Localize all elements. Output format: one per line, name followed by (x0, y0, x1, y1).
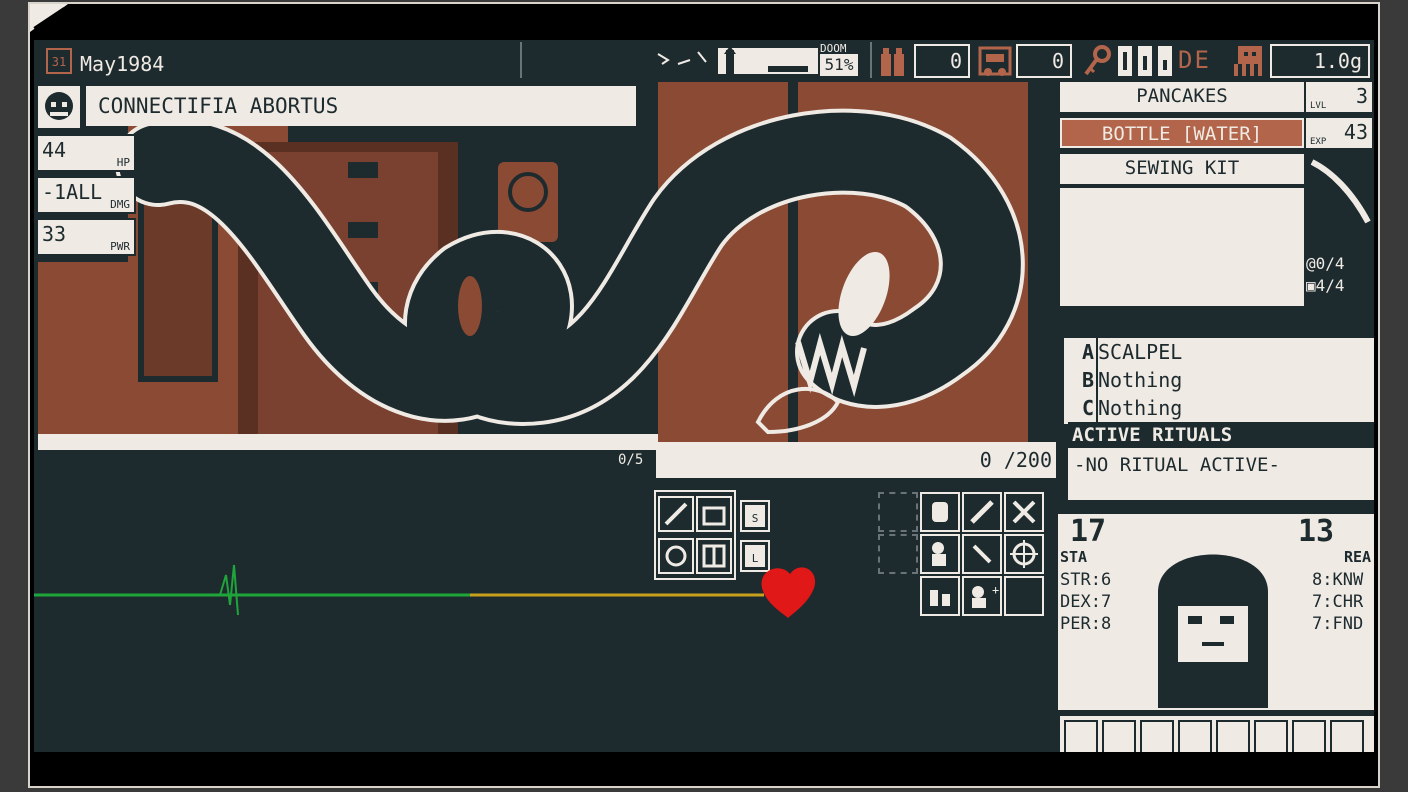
svg-text:+: + (992, 583, 999, 597)
building-icon[interactable] (1216, 720, 1250, 752)
enemy-scene-illustration (38, 82, 1058, 450)
heartbeat-timeline (34, 564, 816, 618)
thermometer-icons (1118, 46, 1172, 76)
enemy-damage-value: -1ALL (42, 180, 103, 204)
exp-value: 43 (1343, 120, 1368, 144)
save-disk-button[interactable]: S (740, 500, 770, 532)
strength-stat: STR:6 (1060, 570, 1112, 590)
empty-action-button[interactable] (1004, 576, 1044, 616)
cross-slash-action-button[interactable] (1004, 492, 1044, 532)
aim-action-button[interactable] (1004, 534, 1044, 574)
bag-icon: ▣ (1306, 276, 1316, 295)
enemy-name: CONNECTIFIA ABORTUS (86, 86, 636, 126)
equip-slot-a[interactable]: SCALPEL (1098, 338, 1374, 366)
reason-value: 13 (1298, 514, 1335, 549)
enemy-hp-box: 44 HP (36, 134, 136, 172)
menu-icon-row (1060, 716, 1374, 752)
spiral-menu-icon[interactable] (1102, 720, 1136, 752)
enemy-power-value: 33 (42, 222, 67, 246)
help-icon[interactable] (1178, 720, 1212, 752)
clock-icon[interactable] (1064, 720, 1098, 752)
doom-progress-strip (618, 44, 818, 78)
character-portrait (1158, 554, 1268, 708)
stamina-value: 17 (1070, 514, 1107, 549)
game-screen: 31 May1984 DOOM 51% 0 0 DE 1.0g CONNECTI… (34, 40, 1374, 752)
help-ally-action-button[interactable]: + (962, 576, 1002, 616)
dodge-action-button[interactable] (920, 534, 960, 574)
ammo-count: 0 (914, 44, 970, 78)
charge-bar: 0 /200 (656, 442, 1056, 478)
save-disk-label: S (752, 512, 759, 525)
topbar-divider (870, 42, 872, 78)
ammo-icon (881, 48, 904, 76)
charisma-stat: 7:CHR (1312, 592, 1364, 612)
equip-slot-key-a: A (1066, 338, 1096, 366)
perception-stat: PER:8 (1060, 614, 1112, 634)
active-rituals-header: ACTIVE RITUALS (1068, 422, 1374, 448)
equip-slot-key-c: C (1066, 394, 1096, 422)
enemy-portrait-icon (38, 86, 80, 128)
current-date: May1984 (80, 52, 165, 76)
equip-slot-b[interactable]: Nothing (1098, 366, 1374, 394)
knowledge-stat: 8:KNW (1312, 570, 1364, 590)
level-up-icon[interactable] (1254, 720, 1288, 752)
cut-action-button[interactable] (962, 534, 1002, 574)
spiral-icon: @ (1306, 254, 1316, 273)
active-rituals-list: -NO RITUAL ACTIVE- (1068, 448, 1374, 500)
dexterity-stat: DEX:7 (1060, 592, 1112, 612)
topbar-divider (520, 42, 522, 78)
stab-action-button[interactable] (962, 492, 1002, 532)
charge-bar-value: 0 /200 (979, 448, 1052, 472)
stamina-label: STA (1060, 548, 1088, 566)
level-value: 3 (1355, 84, 1368, 108)
empty-action-slot (878, 492, 918, 532)
knife-tool-button[interactable] (658, 496, 694, 532)
key-icon (1084, 45, 1111, 76)
punch-action-button[interactable] (920, 492, 960, 532)
enemy-hp-label: HP (116, 156, 130, 169)
enemy-power-label: PWR (110, 240, 130, 253)
enemy-damage-box: -1ALL DMG (36, 176, 136, 214)
inventory-item-bottle-water[interactable]: BOTTLE [WATER] (1060, 118, 1304, 148)
enemy-turn-marker (219, 564, 239, 616)
character-sheet: 17 STA 13 REA STR:6 DEX:7 PER:8 8:KNW 7:… (1058, 514, 1374, 710)
food-count: 0 (1016, 44, 1072, 78)
empty-action-slot (878, 534, 918, 574)
level-label: LVL (1310, 101, 1327, 111)
map-preview (1306, 152, 1372, 252)
mystery-letters: DE (1178, 46, 1211, 74)
food-supplies-icon (978, 46, 1012, 76)
calendar-icon: 31 (46, 48, 72, 74)
window-corner-decoration (30, 4, 68, 32)
enemy-damage-label: DMG (110, 198, 130, 211)
pen-counter: 0/5 (618, 452, 644, 468)
inventory-item-sewing-kit[interactable]: SEWING KIT (1060, 154, 1304, 184)
level-box: LVL 3 (1306, 82, 1372, 112)
right-side-panel: PANCAKES BOTTLE [WATER] SEWING KIT LVL 3 … (1058, 80, 1374, 752)
bag-count: ▣4/4 (1306, 276, 1345, 295)
equip-slot-key-b: B (1066, 366, 1096, 394)
items-action-button[interactable] (920, 576, 960, 616)
inventory-empty-area (1060, 188, 1304, 306)
funds-amount: 1.0g (1270, 44, 1370, 78)
enemy-hp-value: 44 (42, 138, 67, 162)
old-god-icon (1234, 46, 1262, 76)
exp-box: EXP 43 (1306, 118, 1372, 148)
reason-label: REA (1344, 548, 1372, 566)
doom-percentage: 51% (820, 54, 858, 76)
enemy-power-box: 33 PWR (36, 218, 136, 256)
exp-label: EXP (1310, 137, 1327, 147)
gear-icon[interactable] (1330, 720, 1364, 752)
stats-chart-icon[interactable] (1140, 720, 1174, 752)
inventory-item-pancakes[interactable]: PANCAKES (1060, 82, 1304, 112)
bag-tool-button[interactable] (696, 496, 732, 532)
funds-stat: 7:FND (1312, 614, 1364, 634)
old-god-menu-icon[interactable] (1292, 720, 1326, 752)
heart-icon (761, 567, 816, 618)
equip-slot-c[interactable]: Nothing (1098, 394, 1374, 422)
top-status-bar: 31 May1984 DOOM 51% 0 0 DE 1.0g (34, 40, 1374, 80)
spells-count: @0/4 (1306, 254, 1345, 273)
